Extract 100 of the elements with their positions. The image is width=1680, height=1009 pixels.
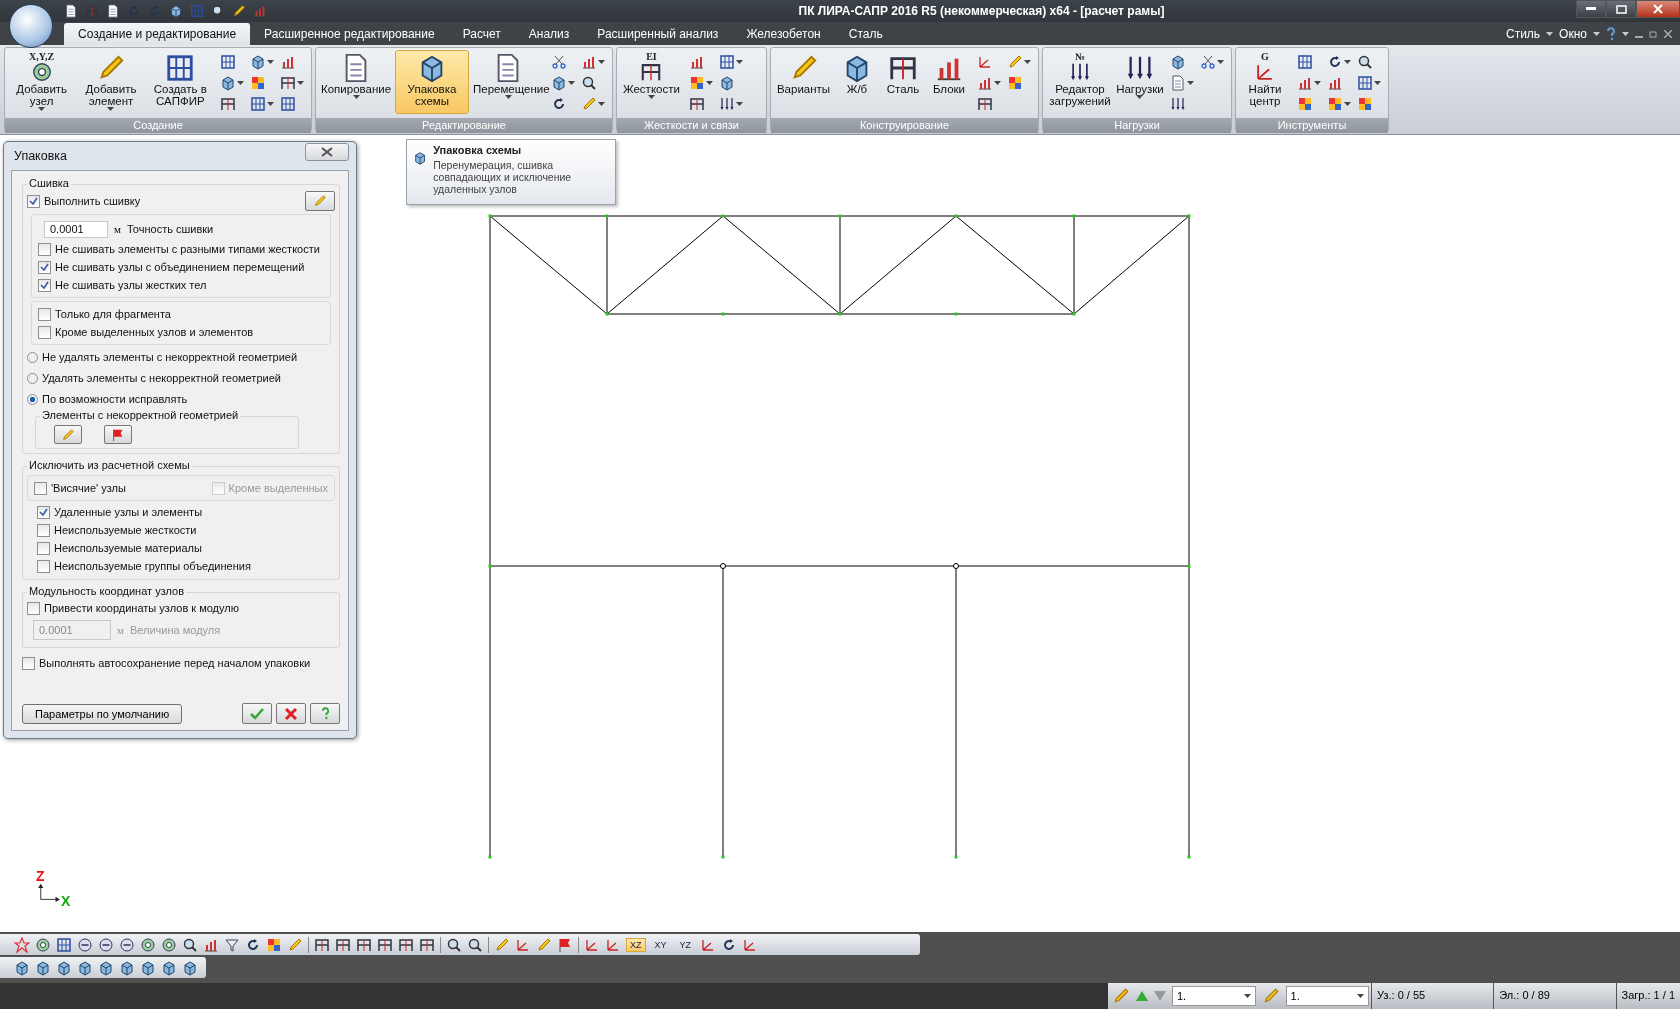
- view-button[interactable]: XY: [650, 937, 671, 952]
- cube-icon[interactable]: [77, 959, 93, 976]
- checkbox[interactable]: [37, 541, 50, 555]
- scissors-icon[interactable]: [1200, 54, 1216, 70]
- default-settings-button[interactable]: Параметры по умолчанию: [22, 703, 183, 724]
- view-button[interactable]: YZ: [675, 937, 696, 952]
- cube-icon[interactable]: [718, 75, 735, 91]
- radio-button[interactable]: [27, 372, 38, 384]
- target-icon[interactable]: [161, 936, 177, 953]
- cube-icon[interactable]: [56, 959, 72, 976]
- ribbon-tab[interactable]: Железобетон: [732, 23, 835, 45]
- rotate-icon[interactable]: [1327, 54, 1343, 70]
- frame-icon[interactable]: [335, 936, 351, 953]
- ribbon-button[interactable]: Варианты: [774, 50, 833, 114]
- checkbox[interactable]: [37, 559, 50, 573]
- frame-icon[interactable]: [356, 936, 372, 953]
- magnifier-icon[interactable]: [211, 4, 225, 18]
- input-field[interactable]: 0.0001: [44, 220, 108, 238]
- grid-icon[interactable]: [280, 96, 296, 112]
- caret-icon[interactable]: [267, 60, 274, 64]
- target-icon[interactable]: [35, 936, 51, 953]
- checkbox[interactable]: [38, 242, 51, 256]
- tiles-icon[interactable]: [1327, 96, 1343, 112]
- checkbox[interactable]: [37, 505, 50, 519]
- icon-button[interactable]: [54, 425, 82, 444]
- checkbox[interactable]: [38, 278, 51, 292]
- caret-icon[interactable]: [107, 107, 115, 111]
- tiles-icon[interactable]: [1357, 96, 1373, 112]
- bars-icon[interactable]: [977, 75, 993, 91]
- ribbon-button[interactable]: G Найти центр: [1239, 50, 1291, 114]
- caret-icon[interactable]: [1344, 102, 1351, 106]
- view-button[interactable]: XZ: [626, 937, 646, 952]
- cube-icon[interactable]: [14, 959, 30, 976]
- caret-icon[interactable]: [598, 60, 605, 64]
- minus-circle-icon[interactable]: [98, 936, 114, 953]
- minus-circle-icon[interactable]: [119, 936, 135, 953]
- pencil-icon[interactable]: [536, 936, 552, 953]
- caret-icon[interactable]: [1357, 994, 1365, 998]
- checkbox[interactable]: [37, 523, 50, 537]
- tiles-icon[interactable]: [250, 75, 266, 91]
- ribbon-tab[interactable]: Расширенное редактирование: [250, 23, 449, 45]
- caret-icon[interactable]: [735, 102, 743, 106]
- caret-icon[interactable]: [267, 102, 274, 106]
- magnifier-icon[interactable]: [467, 936, 483, 953]
- checkbox[interactable]: [22, 656, 35, 670]
- tiles-icon[interactable]: [1007, 75, 1023, 91]
- ribbon-button[interactable]: Создать в САПФИР: [146, 50, 214, 114]
- ribbon-tab[interactable]: Расширенный анализ: [583, 23, 733, 45]
- ribbon-tab[interactable]: Расчет: [448, 23, 515, 45]
- magnifier-icon[interactable]: [182, 936, 198, 953]
- grid-icon[interactable]: [250, 96, 266, 112]
- caret-icon[interactable]: [1217, 60, 1224, 64]
- caret-icon[interactable]: [1314, 81, 1321, 85]
- ribbon-tab[interactable]: Создание и редактирование: [64, 23, 251, 45]
- cube-icon[interactable]: [98, 959, 114, 976]
- caret-icon[interactable]: [1593, 32, 1600, 36]
- restore-icon[interactable]: [1649, 30, 1658, 38]
- radio-button[interactable]: [27, 393, 38, 405]
- frame-icon[interactable]: [688, 96, 705, 112]
- icon-button[interactable]: [305, 191, 335, 211]
- bars-icon[interactable]: [1327, 75, 1343, 91]
- ribbon-button[interactable]: EI Жесткости: [620, 50, 683, 114]
- pencil-icon[interactable]: [232, 4, 246, 18]
- caret-icon[interactable]: [1243, 994, 1251, 998]
- help-icon[interactable]: [1606, 27, 1616, 41]
- caret-icon[interactable]: [1024, 60, 1031, 64]
- cube-icon[interactable]: [551, 75, 567, 91]
- bars-icon[interactable]: [688, 54, 705, 70]
- grid-icon[interactable]: [56, 936, 72, 953]
- caret-icon[interactable]: [38, 107, 46, 111]
- grid-icon[interactable]: [718, 54, 735, 70]
- cube-icon[interactable]: [182, 959, 198, 976]
- ok-button[interactable]: [242, 703, 272, 724]
- ribbon-button[interactable]: Сталь: [881, 50, 925, 114]
- arrows-icon[interactable]: [718, 96, 735, 112]
- caret-icon[interactable]: [504, 95, 512, 99]
- ribbon-button[interactable]: Добавить элемент: [77, 50, 145, 114]
- menu-item[interactable]: Окно: [1559, 27, 1587, 41]
- ribbon-button[interactable]: Упаковка схемы: [395, 50, 469, 114]
- menu-item[interactable]: Стиль: [1506, 27, 1541, 41]
- cube-icon[interactable]: [140, 959, 156, 976]
- checkbox[interactable]: [38, 260, 51, 274]
- help-button[interactable]: [310, 703, 340, 724]
- frame-icon[interactable]: [280, 75, 296, 91]
- grid-icon[interactable]: [1297, 54, 1313, 70]
- magnifier-icon[interactable]: [446, 936, 462, 953]
- caret-icon[interactable]: [1622, 32, 1629, 36]
- caret-icon[interactable]: [1136, 95, 1144, 99]
- magnifier-icon[interactable]: [1357, 54, 1373, 70]
- caret-icon[interactable]: [1374, 81, 1381, 85]
- ribbon-button[interactable]: X,Y,Z Добавить узел: [8, 50, 76, 114]
- axes-icon[interactable]: [977, 54, 993, 70]
- scissors-icon[interactable]: [551, 54, 567, 70]
- star-icon[interactable]: [14, 936, 30, 953]
- frame-icon[interactable]: [419, 936, 435, 953]
- target-icon[interactable]: [140, 936, 156, 953]
- minus-circle-icon[interactable]: [77, 936, 93, 953]
- grid-icon[interactable]: [220, 54, 236, 70]
- arrows-icon[interactable]: [1170, 96, 1186, 112]
- caret-icon[interactable]: [735, 60, 743, 64]
